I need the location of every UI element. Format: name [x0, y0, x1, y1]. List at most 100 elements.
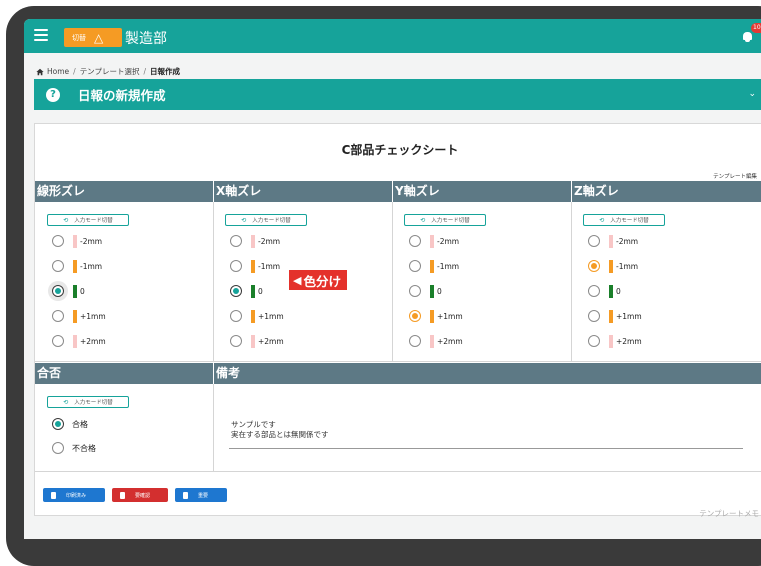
radio-option[interactable]: +1mm — [588, 308, 642, 324]
radio-option[interactable]: -1mm — [52, 258, 102, 274]
radio-option[interactable]: +1mm — [409, 308, 463, 324]
radio-option[interactable]: +2mm — [409, 333, 463, 349]
notification-badge: 10+ — [751, 23, 761, 33]
color-swatch — [430, 309, 434, 323]
radio-option[interactable]: +2mm — [230, 333, 284, 349]
mode-switch-label: 入力モード切替 — [610, 218, 649, 224]
remarks-line: 実在する部品とは無関係です — [231, 430, 329, 439]
menu-icon[interactable] — [34, 29, 48, 41]
option-label: +1mm — [616, 311, 642, 321]
refresh-icon: ⟲ — [420, 216, 426, 224]
home-icon — [36, 68, 44, 75]
breadcrumb-template-select[interactable]: テンプレート選択 — [80, 66, 140, 77]
column-header-x: X軸ズレ — [214, 181, 392, 202]
sheet-title: C部品チェックシート — [341, 143, 459, 157]
radio-option[interactable]: -2mm — [409, 233, 459, 249]
mode-switch-label: 入力モード切替 — [74, 218, 113, 224]
printed-button[interactable]: 印刷済み — [43, 488, 105, 502]
breadcrumb-separator: / — [143, 67, 146, 76]
mode-switch-button[interactable]: ⟲ 入力モード切替 — [47, 214, 129, 226]
radio-option[interactable]: -1mm — [230, 258, 280, 274]
option-label: +2mm — [258, 336, 284, 346]
column-header-remarks: 備考 — [214, 363, 761, 384]
bell-icon[interactable] — [742, 31, 753, 42]
template-edit-link[interactable]: テンプレート編集 — [713, 172, 757, 180]
column-header-y: Y軸ズレ — [393, 181, 571, 202]
mode-switch-button[interactable]: ⟲ 入力モード切替 — [404, 214, 486, 226]
radio-option[interactable]: 0 — [409, 283, 442, 299]
document-icon — [51, 491, 56, 499]
color-swatch — [251, 234, 255, 248]
radio-option[interactable]: +2mm — [52, 333, 106, 349]
check-sheet: C部品チェックシート テンプレート編集 線形ズレ X軸ズレ Y軸ズレ Z軸ズレ … — [34, 123, 761, 518]
color-swatch — [609, 284, 613, 298]
button-label: 要確認 — [135, 492, 151, 499]
color-swatch — [609, 309, 613, 323]
mode-switch-label: 入力モード切替 — [431, 218, 470, 224]
color-swatch — [609, 259, 613, 273]
option-label: +2mm — [80, 336, 106, 346]
radio-option[interactable]: 0 — [48, 281, 85, 301]
page-title-bar[interactable]: ? 日報の新規作成 ⌄ — [34, 79, 761, 110]
radio-option[interactable]: -1mm — [409, 258, 459, 274]
option-label: -2mm — [437, 236, 460, 246]
option-label: -1mm — [437, 261, 460, 271]
option-label: -2mm — [80, 236, 103, 246]
color-coding-callout: ◀ 色分け — [289, 270, 347, 290]
option-label: +1mm — [258, 311, 284, 321]
remarks-line: サンプルです — [231, 420, 276, 429]
arrow-left-icon: ◀ — [293, 273, 302, 287]
radio-fail[interactable]: 不合格 — [52, 440, 96, 456]
option-label: -1mm — [258, 261, 281, 271]
mode-switch-button[interactable]: ⟲ 入力モード切替 — [225, 214, 307, 226]
radio-option[interactable]: 0 — [230, 283, 263, 299]
refresh-icon: ⟲ — [241, 216, 247, 224]
mode-switch-label: 入力モード切替 — [252, 218, 291, 224]
top-bar: 切替 △ 製造部 10+ — [24, 19, 761, 53]
option-label: -2mm — [616, 236, 639, 246]
important-button[interactable]: 重要 — [175, 488, 227, 502]
mode-switch-button[interactable]: ⟲ 入力モード切替 — [47, 396, 129, 408]
remarks-text[interactable]: サンプルです 実在する部品とは無関係です — [231, 420, 329, 440]
department-name: 製造部 — [125, 31, 167, 47]
radio-option[interactable]: 0 — [588, 283, 621, 299]
radio-option[interactable]: +1mm — [52, 308, 106, 324]
option-label: 0 — [258, 286, 263, 296]
option-label: 不合格 — [72, 443, 96, 453]
radio-option[interactable]: +1mm — [230, 308, 284, 324]
switch-button[interactable]: 切替 △ — [64, 28, 122, 47]
radio-option[interactable]: -1mm — [588, 258, 638, 274]
radio-option[interactable]: -2mm — [230, 233, 280, 249]
color-swatch — [609, 234, 613, 248]
option-label: +2mm — [437, 336, 463, 346]
breadcrumb: Home / テンプレート選択 / 日報作成 — [36, 66, 180, 77]
radio-option[interactable]: -2mm — [588, 233, 638, 249]
page-title: 日報の新規作成 — [78, 88, 166, 103]
radio-option[interactable]: +2mm — [588, 333, 642, 349]
mode-switch-button[interactable]: ⟲ 入力モード切替 — [583, 214, 665, 226]
warning-triangle-icon: △ — [94, 30, 104, 45]
app-screen: 切替 △ 製造部 10+ Home / テンプレート選択 / 日報作成 ? 日報… — [24, 19, 761, 539]
color-swatch — [73, 334, 77, 348]
help-icon[interactable]: ? — [46, 87, 60, 102]
option-label: 0 — [616, 286, 621, 296]
chevron-down-icon[interactable]: ⌄ — [748, 89, 756, 99]
radio-pass[interactable]: 合格 — [52, 416, 88, 432]
column-header-z: Z軸ズレ — [572, 181, 761, 202]
option-label: +1mm — [437, 311, 463, 321]
document-icon — [120, 491, 125, 499]
option-label: 合格 — [72, 419, 88, 429]
needs-check-button[interactable]: 要確認 — [112, 488, 168, 502]
callout-label: 色分け — [303, 273, 341, 289]
color-swatch — [430, 259, 434, 273]
radio-option[interactable]: -2mm — [52, 233, 102, 249]
option-label: 0 — [437, 286, 442, 296]
option-label: -1mm — [616, 261, 639, 271]
column-header-linear: 線形ズレ — [35, 181, 213, 202]
tablet-frame: 切替 △ 製造部 10+ Home / テンプレート選択 / 日報作成 ? 日報… — [6, 6, 761, 566]
breadcrumb-home[interactable]: Home — [47, 67, 69, 76]
color-swatch — [609, 334, 613, 348]
button-label: 重要 — [198, 492, 209, 499]
option-label: -2mm — [258, 236, 281, 246]
color-swatch — [73, 259, 77, 273]
